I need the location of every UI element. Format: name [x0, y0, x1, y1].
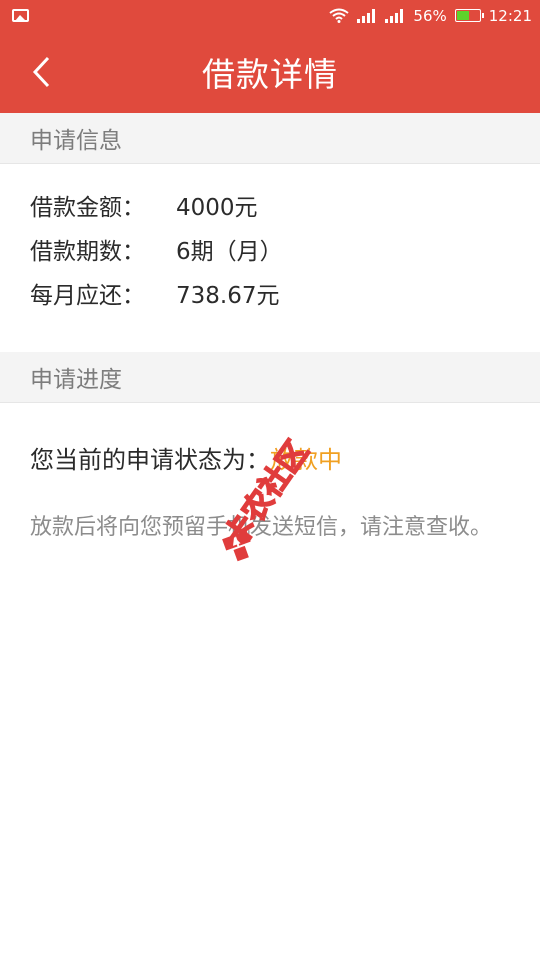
info-value: 6期（月） — [176, 239, 283, 265]
info-value: 4000元 — [176, 195, 258, 221]
info-row-monthly-payment: 每月应还： 738.67元 — [30, 276, 279, 310]
section-header-application-info: 申请信息 — [0, 113, 540, 164]
info-label: 借款金额： — [30, 195, 145, 221]
info-label: 借款期数： — [30, 239, 145, 265]
battery-icon — [454, 9, 484, 22]
gallery-icon — [12, 9, 29, 22]
chevron-left-icon — [32, 56, 50, 88]
page-title: 借款详情 — [202, 55, 338, 94]
info-value: 738.67元 — [176, 283, 280, 309]
wifi-icon — [329, 8, 350, 23]
app-header: 借款详情 — [0, 31, 540, 113]
application-status: 您当前的申请状态为：放款中 — [30, 440, 342, 475]
info-label: 每月应还： — [30, 283, 145, 309]
status-bar: 56% 12:21 — [0, 0, 540, 31]
watermark-logo: 卡农社区 — [217, 434, 316, 562]
back-button[interactable] — [22, 31, 62, 113]
battery-percent: 56% — [413, 6, 447, 25]
status-value: 放款中 — [270, 446, 342, 474]
sms-notice: 放款后将向您预留手机发送短信，请注意查收。 — [30, 515, 493, 540]
clock-time: 12:21 — [488, 6, 532, 25]
info-row-loan-amount: 借款金额： 4000元 — [30, 188, 258, 222]
section-header-progress: 申请进度 — [0, 352, 540, 403]
info-row-loan-term: 借款期数： 6期（月） — [30, 232, 283, 266]
signal-icon — [385, 8, 404, 23]
signal-icon — [357, 8, 376, 23]
status-label: 您当前的申请状态为： — [30, 446, 270, 474]
